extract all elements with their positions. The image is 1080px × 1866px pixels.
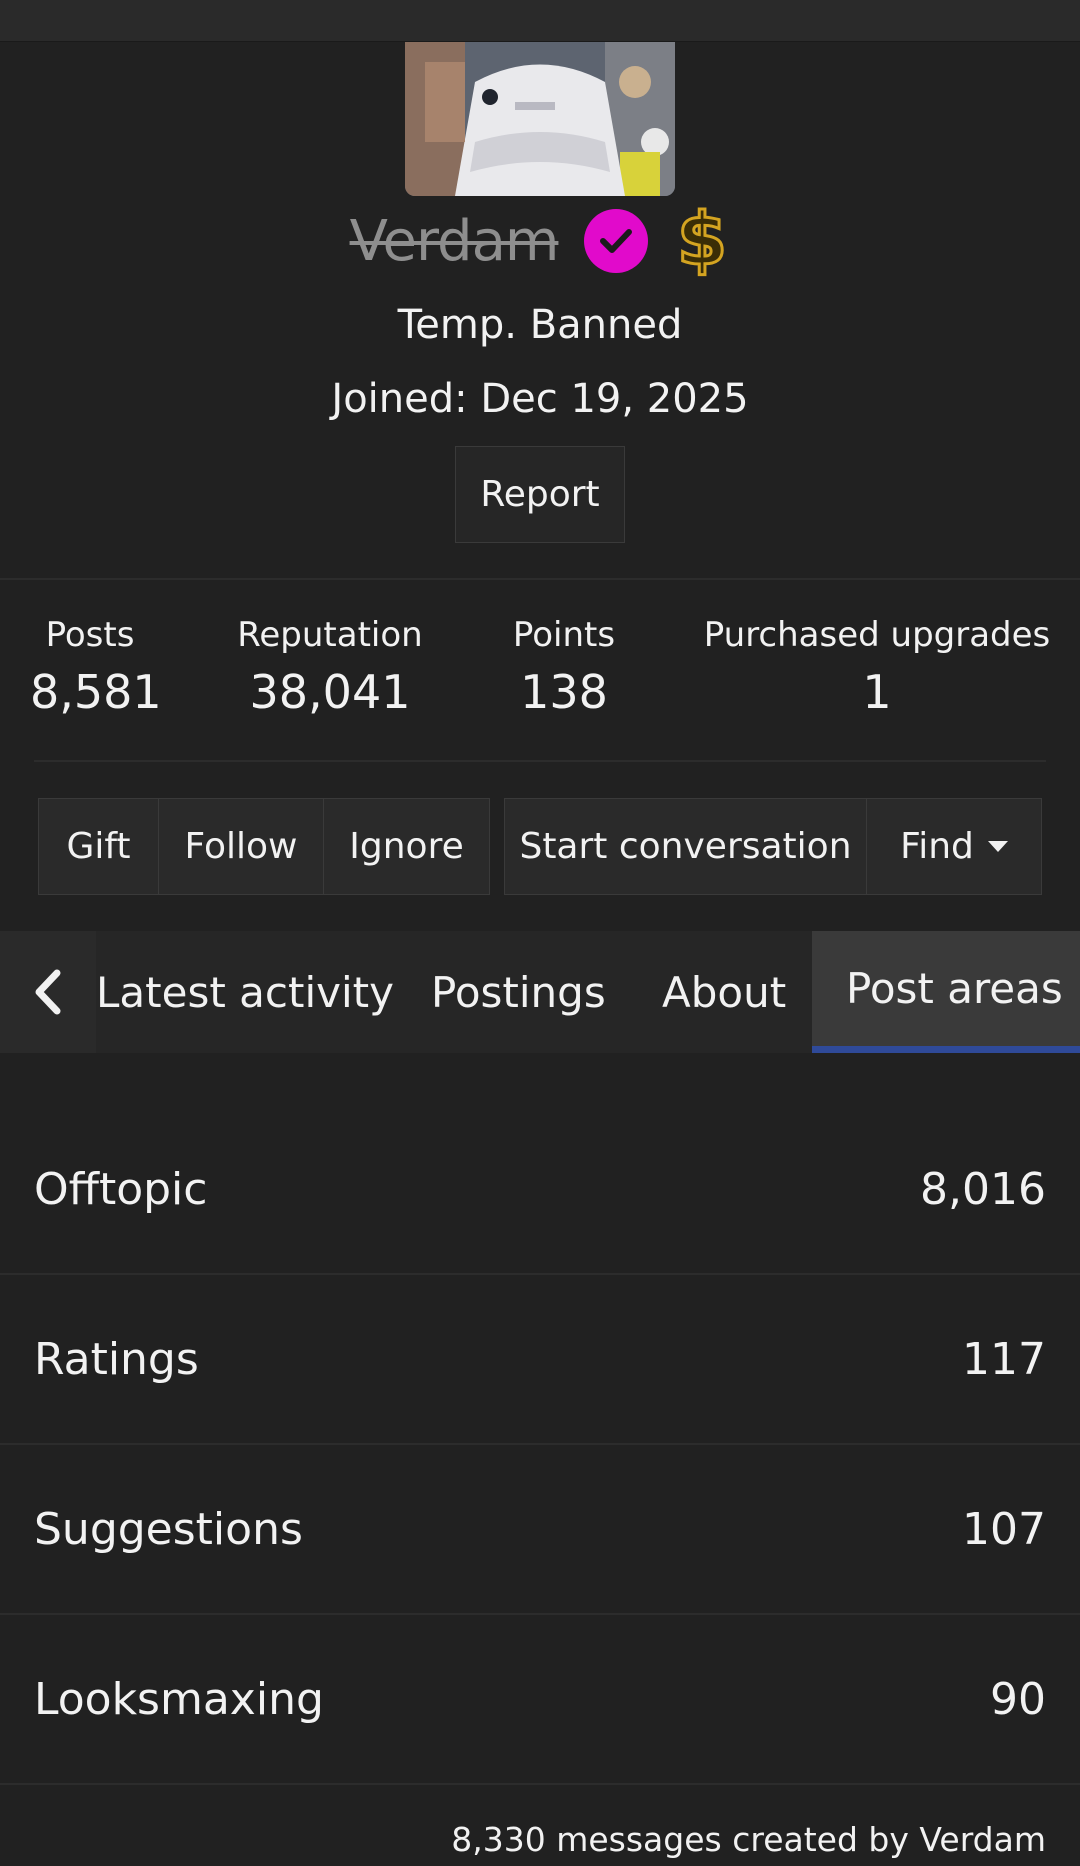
svg-text:$: $	[677, 200, 727, 278]
area-name: Ratings	[34, 1333, 199, 1385]
tab-postings[interactable]: Postings	[431, 931, 606, 1053]
list-item[interactable]: Looksmaxing 90	[0, 1615, 1080, 1785]
avatar-photo	[405, 42, 675, 196]
stat-label: Points	[512, 615, 616, 655]
area-name: Offtopic	[34, 1163, 208, 1215]
messages-summary: 8,330 messages created by Verdam	[451, 1820, 1046, 1859]
area-count: 90	[990, 1673, 1046, 1725]
check-circle-icon	[584, 209, 649, 273]
area-count: 8,016	[920, 1163, 1046, 1215]
divider	[34, 760, 1046, 762]
ignore-button[interactable]: Ignore	[324, 799, 489, 894]
stat-posts[interactable]: Posts 8,581	[30, 615, 162, 719]
chevron-left-icon	[35, 969, 61, 1015]
stat-value: 38,041	[249, 665, 411, 719]
area-count: 117	[962, 1333, 1046, 1385]
stat-label: Purchased upgrades	[703, 615, 1051, 655]
username[interactable]: Verdam	[350, 209, 560, 274]
avatar	[405, 42, 675, 196]
divider	[0, 578, 1080, 580]
tab-latest-activity[interactable]: Latest activity	[96, 931, 394, 1053]
dollar-icon: $	[674, 196, 730, 283]
post-areas-list: Offtopic 8,016 Ratings 117 Suggestions 1…	[0, 1105, 1080, 1785]
join-date: Joined: Dec 19, 2025	[331, 376, 749, 422]
gift-button[interactable]: Gift	[39, 799, 159, 894]
stat-points[interactable]: Points 138	[504, 615, 624, 719]
user-status: Temp. Banned	[397, 302, 683, 348]
top-app-bar	[0, 0, 1080, 42]
stat-label: Posts	[45, 615, 135, 655]
area-name: Looksmaxing	[34, 1673, 324, 1725]
conversation-action-group: Start conversation Find	[504, 798, 1042, 895]
list-item[interactable]: Offtopic 8,016	[0, 1105, 1080, 1275]
stat-value: 8,581	[30, 665, 162, 719]
area-name: Suggestions	[34, 1503, 303, 1555]
username-row: Verdam $	[0, 196, 1080, 286]
report-button[interactable]: Report	[455, 446, 625, 543]
stat-purchased-upgrades[interactable]: Purchased upgrades 1	[700, 615, 1054, 719]
stat-value: 1	[862, 665, 892, 719]
start-conversation-button[interactable]: Start conversation	[505, 799, 867, 894]
tab-post-areas[interactable]: Post areas	[812, 931, 1080, 1053]
find-dropdown-button[interactable]: Find	[867, 799, 1041, 894]
find-label: Find	[900, 826, 974, 867]
stat-label: Reputation	[237, 615, 423, 655]
profile-tabs: Latest activity Postings About Post area…	[0, 931, 1080, 1053]
profile-stats: Posts 8,581 Reputation 38,041 Points 138…	[0, 615, 1080, 725]
list-item[interactable]: Suggestions 107	[0, 1445, 1080, 1615]
tabs-scroll-left-button[interactable]	[0, 931, 96, 1053]
stat-reputation[interactable]: Reputation 38,041	[230, 615, 430, 719]
list-item[interactable]: Ratings 117	[0, 1275, 1080, 1445]
tab-about[interactable]: About	[662, 931, 786, 1053]
caret-down-icon	[987, 841, 1008, 852]
area-count: 107	[962, 1503, 1046, 1555]
follow-button[interactable]: Follow	[159, 799, 324, 894]
profile-action-group: Gift Follow Ignore	[38, 798, 490, 895]
stat-value: 138	[520, 665, 608, 719]
